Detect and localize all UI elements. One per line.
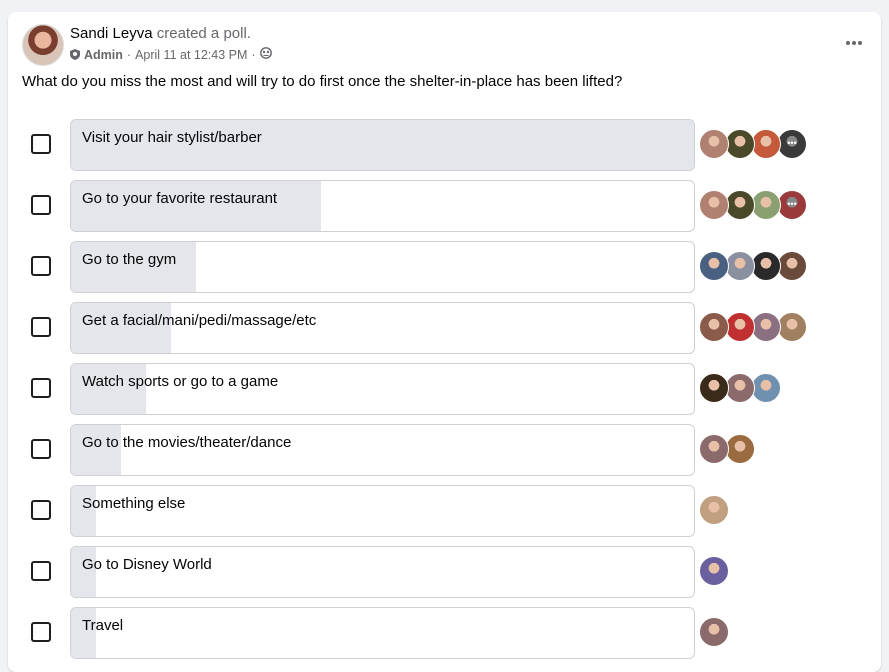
voter-avatar[interactable] xyxy=(699,556,729,586)
poll-option-checkbox[interactable] xyxy=(31,378,51,398)
voter-avatar[interactable] xyxy=(699,373,729,403)
voter-avatar[interactable] xyxy=(725,129,755,159)
poll-option-bar[interactable]: Get a facial/mani/pedi/massage/etc xyxy=(70,302,695,354)
voter-avatar[interactable] xyxy=(699,129,729,159)
poll-option[interactable]: Go to the movies/theater/dance xyxy=(8,424,881,478)
poll-option-voters[interactable] xyxy=(699,373,781,405)
poll-option-bar[interactable]: Travel xyxy=(70,607,695,659)
voter-avatar[interactable] xyxy=(751,190,781,220)
poll-option[interactable]: Get a facial/mani/pedi/massage/etc xyxy=(8,302,881,356)
voter-avatar[interactable] xyxy=(777,251,807,281)
admin-shield-icon xyxy=(70,49,80,60)
voter-avatar[interactable] xyxy=(699,617,729,647)
voter-avatar[interactable] xyxy=(725,190,755,220)
poll-option-checkbox[interactable] xyxy=(31,622,51,642)
author-avatar[interactable] xyxy=(22,24,64,66)
poll-option[interactable]: Something else xyxy=(8,485,881,539)
poll-option-voters[interactable] xyxy=(699,312,807,344)
poll-option-bar[interactable]: Watch sports or go to a game xyxy=(70,363,695,415)
more-options-button[interactable] xyxy=(845,30,863,50)
voter-avatar[interactable] xyxy=(777,312,807,342)
poll-option-voters[interactable] xyxy=(699,129,807,161)
poll-option[interactable]: Go to the gym xyxy=(8,241,881,295)
poll-option-bar[interactable]: Go to the gym xyxy=(70,241,695,293)
admin-badge[interactable]: Admin xyxy=(84,48,123,62)
voter-avatar[interactable] xyxy=(751,129,781,159)
poll-option-voters[interactable] xyxy=(699,617,729,649)
poll-option-checkbox[interactable] xyxy=(31,195,51,215)
voter-avatar[interactable] xyxy=(699,434,729,464)
poll-option-voters[interactable] xyxy=(699,434,755,466)
poll-option-voters[interactable] xyxy=(699,495,729,527)
poll-option-bar[interactable]: Something else xyxy=(70,485,695,537)
poll-option-checkbox[interactable] xyxy=(31,134,51,154)
post-meta: Admin · April 11 at 12:43 PM · xyxy=(70,47,272,62)
meta-separator: · xyxy=(251,47,256,62)
group-members-icon xyxy=(259,47,272,62)
voter-avatar[interactable] xyxy=(751,373,781,403)
voter-avatar[interactable] xyxy=(725,312,755,342)
voter-avatar[interactable] xyxy=(699,495,729,525)
meta-separator: · xyxy=(126,47,132,62)
poll-option-bar[interactable]: Go to Disney World xyxy=(70,546,695,598)
poll-option-label: Travel xyxy=(82,617,124,634)
post-header: Sandi Leyva created a poll. xyxy=(70,25,251,42)
poll-option-label: Watch sports or go to a game xyxy=(82,373,279,390)
poll-option-checkbox[interactable] xyxy=(31,500,51,520)
poll-option-label: Go to your favorite restaurant xyxy=(82,190,278,207)
poll-post-card: Sandi Leyva created a poll. Admin · Apri… xyxy=(8,12,881,672)
voter-avatar[interactable] xyxy=(751,251,781,281)
poll-option[interactable]: Visit your hair stylist/barber xyxy=(8,119,881,173)
poll-option[interactable]: Watch sports or go to a game xyxy=(8,363,881,417)
poll-option-voters[interactable] xyxy=(699,190,807,222)
poll-question: What do you miss the most and will try t… xyxy=(22,73,623,90)
post-action-text: created a poll. xyxy=(156,25,251,42)
poll-option-checkbox[interactable] xyxy=(31,256,51,276)
voter-avatar[interactable] xyxy=(699,190,729,220)
more-voters-avatar[interactable] xyxy=(777,190,807,220)
poll-option-label: Visit your hair stylist/barber xyxy=(82,129,262,146)
voter-avatar[interactable] xyxy=(751,312,781,342)
post-timestamp[interactable]: April 11 at 12:43 PM xyxy=(135,48,247,62)
poll-option-label: Go to the gym xyxy=(82,251,177,268)
poll-option-label: Something else xyxy=(82,495,186,512)
poll-option-label: Go to Disney World xyxy=(82,556,212,573)
poll-option-bar[interactable]: Go to the movies/theater/dance xyxy=(70,424,695,476)
author-name[interactable]: Sandi Leyva xyxy=(70,25,153,42)
poll-option[interactable]: Travel xyxy=(8,607,881,661)
poll-option[interactable]: Go to your favorite restaurant xyxy=(8,180,881,234)
poll-option-checkbox[interactable] xyxy=(31,561,51,581)
poll-option-checkbox[interactable] xyxy=(31,439,51,459)
voter-avatar[interactable] xyxy=(725,373,755,403)
poll-option-bar[interactable]: Visit your hair stylist/barber xyxy=(70,119,695,171)
poll-option-label: Get a facial/mani/pedi/massage/etc xyxy=(82,312,317,329)
voter-avatar[interactable] xyxy=(725,434,755,464)
voter-avatar[interactable] xyxy=(699,251,729,281)
poll-option-bar[interactable]: Go to your favorite restaurant xyxy=(70,180,695,232)
poll-option-checkbox[interactable] xyxy=(31,317,51,337)
poll-option-voters[interactable] xyxy=(699,556,729,588)
poll-option[interactable]: Go to Disney World xyxy=(8,546,881,600)
voter-avatar[interactable] xyxy=(699,312,729,342)
poll-option-label: Go to the movies/theater/dance xyxy=(82,434,292,451)
poll-option-voters[interactable] xyxy=(699,251,807,283)
more-horizontal-icon xyxy=(846,41,862,45)
more-voters-avatar[interactable] xyxy=(777,129,807,159)
voter-avatar[interactable] xyxy=(725,251,755,281)
